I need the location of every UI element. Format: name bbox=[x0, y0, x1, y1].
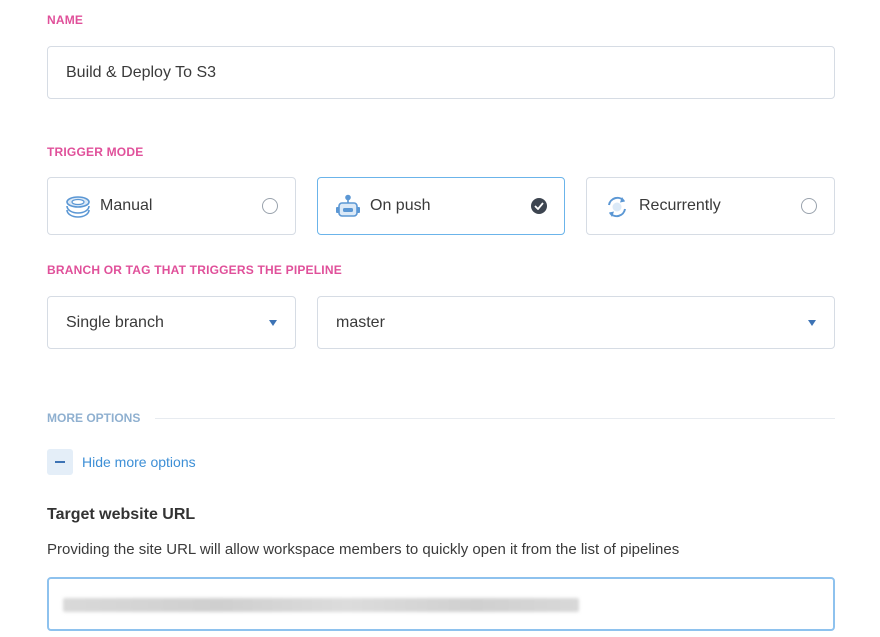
trigger-mode-on-push[interactable]: On push bbox=[317, 177, 565, 235]
branch-type-value: Single branch bbox=[66, 313, 164, 331]
branch-name-value: master bbox=[336, 313, 385, 331]
refresh-icon bbox=[603, 193, 631, 221]
target-url-description: Providing the site URL will allow worksp… bbox=[47, 541, 680, 558]
recurrently-radio[interactable] bbox=[801, 198, 817, 214]
branch-name-select[interactable]: master bbox=[317, 296, 835, 349]
more-options-label: MORE OPTIONS bbox=[47, 411, 141, 425]
pipeline-name-value: Build & Deploy To S3 bbox=[66, 63, 217, 81]
trigger-mode-manual-label: Manual bbox=[100, 197, 153, 214]
pipeline-name-input[interactable]: Build & Deploy To S3 bbox=[47, 46, 835, 99]
trigger-mode-recurrently[interactable]: Recurrently bbox=[586, 177, 835, 235]
target-url-input[interactable] bbox=[47, 577, 835, 631]
trigger-mode-label: TRIGGER MODE bbox=[47, 145, 144, 159]
trigger-mode-on-push-label: On push bbox=[370, 197, 431, 214]
trigger-mode-recurrently-label: Recurrently bbox=[639, 197, 721, 214]
more-options-divider bbox=[155, 418, 835, 419]
caret-down-icon bbox=[269, 319, 277, 326]
on-push-radio-checked[interactable] bbox=[531, 198, 547, 214]
robot-icon bbox=[334, 193, 362, 221]
hide-options-button[interactable] bbox=[47, 449, 73, 475]
branch-section-label: BRANCH OR TAG THAT TRIGGERS THE PIPELINE bbox=[47, 263, 342, 277]
manual-radio[interactable] bbox=[262, 198, 278, 214]
caret-down-icon bbox=[808, 319, 816, 326]
stack-icon bbox=[64, 193, 92, 221]
name-section-label: NAME bbox=[47, 13, 84, 27]
target-url-title: Target website URL bbox=[47, 506, 196, 523]
hide-more-options-link[interactable]: Hide more options bbox=[82, 454, 196, 470]
trigger-mode-manual[interactable]: Manual bbox=[47, 177, 296, 235]
redacted-url-value bbox=[63, 598, 579, 612]
branch-type-select[interactable]: Single branch bbox=[47, 296, 296, 349]
